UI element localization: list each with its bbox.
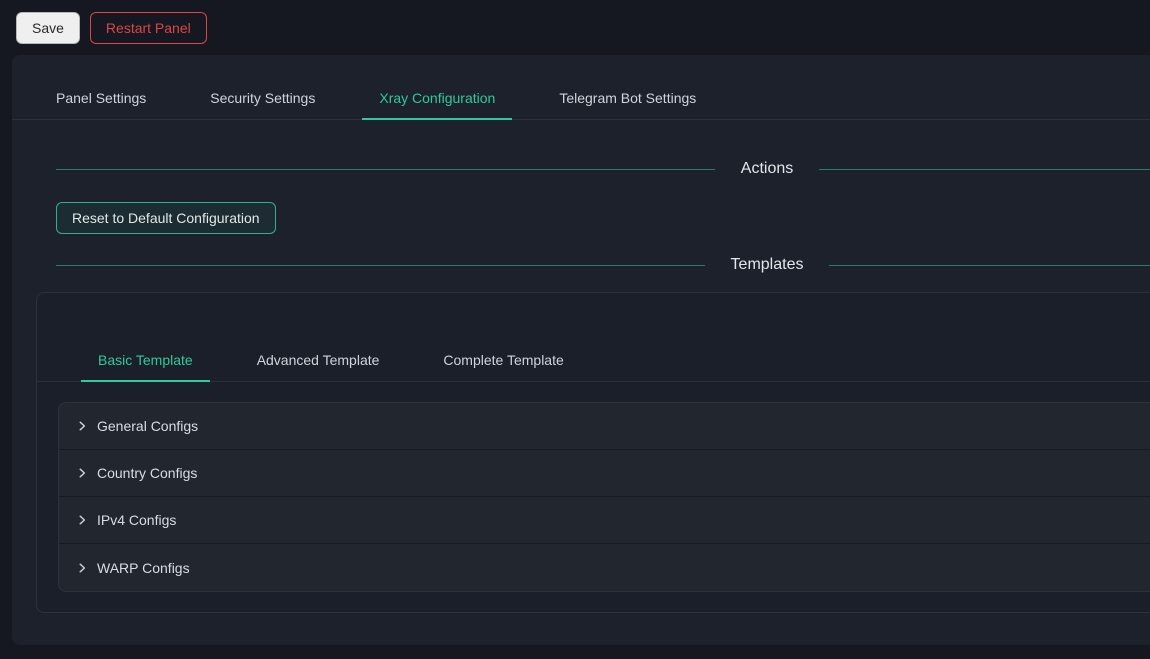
accordion-item-label: WARP Configs: [97, 560, 190, 576]
templates-divider-label: Templates: [731, 256, 804, 274]
tab-basic-template[interactable]: Basic Template: [81, 339, 210, 381]
tab-advanced-template[interactable]: Advanced Template: [240, 339, 397, 381]
divider-line: [56, 169, 715, 170]
template-tabs: Basic Template Advanced Template Complet…: [37, 339, 1150, 382]
templates-divider: Templates: [56, 253, 1150, 277]
restart-panel-button[interactable]: Restart Panel: [90, 12, 207, 44]
settings-card: Panel Settings Security Settings Xray Co…: [12, 55, 1150, 645]
chevron-right-icon: [75, 419, 89, 433]
accordion-item-ipv4-configs[interactable]: IPv4 Configs: [59, 497, 1150, 544]
accordion-item-country-configs[interactable]: Country Configs: [59, 450, 1150, 497]
accordion-item-label: IPv4 Configs: [97, 512, 176, 528]
divider-line: [819, 169, 1150, 170]
templates-card: Basic Template Advanced Template Complet…: [36, 292, 1150, 613]
chevron-right-icon: [75, 466, 89, 480]
reset-default-configuration-button[interactable]: Reset to Default Configuration: [56, 202, 276, 234]
accordion-item-label: General Configs: [97, 418, 198, 434]
divider-line: [56, 265, 705, 266]
main-tabs: Panel Settings Security Settings Xray Co…: [12, 77, 1150, 120]
topbar: Save Restart Panel: [0, 0, 1150, 55]
tab-security-settings[interactable]: Security Settings: [193, 77, 332, 119]
save-button[interactable]: Save: [16, 12, 80, 44]
tab-panel-settings[interactable]: Panel Settings: [39, 77, 163, 119]
tab-xray-configuration[interactable]: Xray Configuration: [362, 77, 512, 119]
divider-line: [829, 265, 1150, 266]
chevron-right-icon: [75, 561, 89, 575]
tab-telegram-bot-settings[interactable]: Telegram Bot Settings: [542, 77, 713, 119]
xray-configuration-panel: Actions Reset to Default Configuration T…: [12, 157, 1150, 277]
actions-divider: Actions: [56, 157, 1150, 181]
actions-divider-label: Actions: [741, 160, 793, 178]
chevron-right-icon: [75, 513, 89, 527]
tab-complete-template[interactable]: Complete Template: [426, 339, 580, 381]
accordion-item-general-configs[interactable]: General Configs: [59, 403, 1150, 450]
config-accordion: General Configs Country Configs IPv4 Con…: [58, 402, 1150, 592]
accordion-item-warp-configs[interactable]: WARP Configs: [59, 544, 1150, 591]
accordion-item-label: Country Configs: [97, 465, 197, 481]
